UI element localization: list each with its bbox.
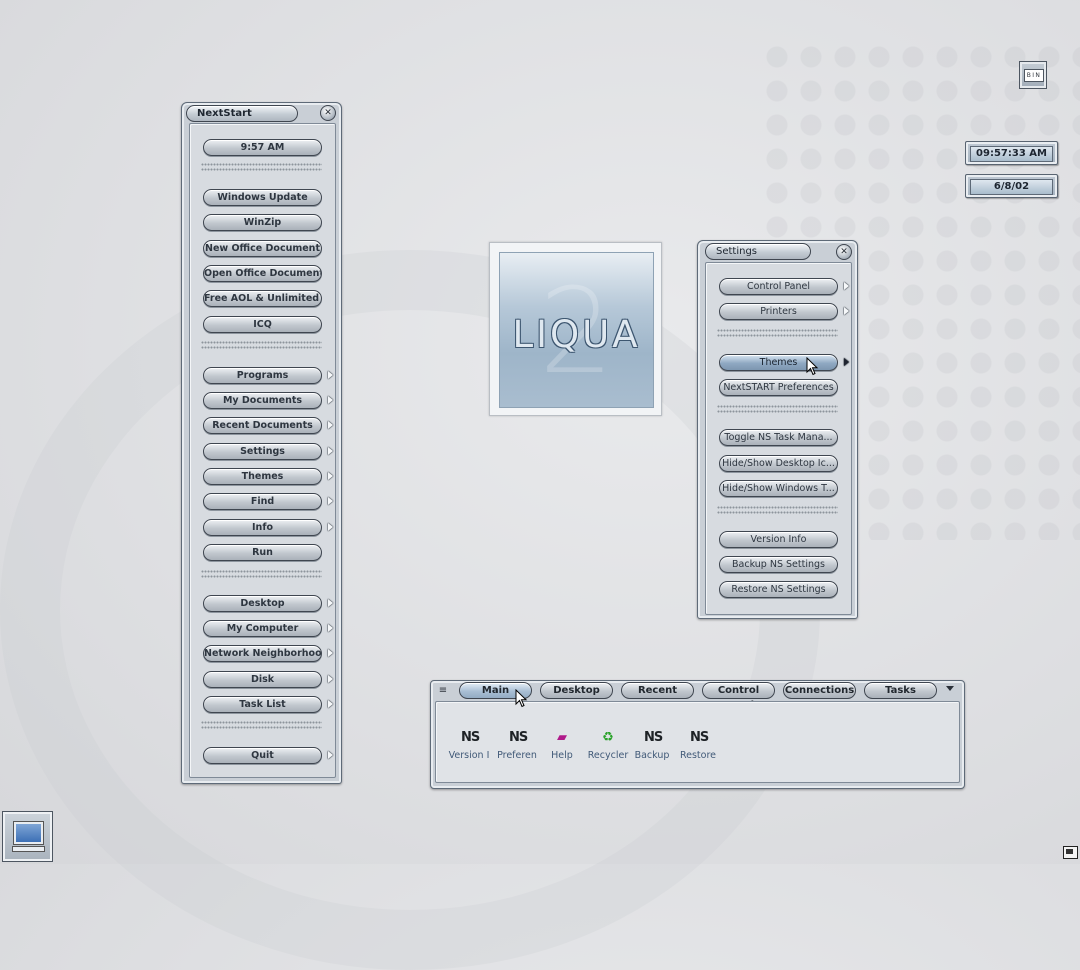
separator xyxy=(201,569,322,579)
start-button[interactable] xyxy=(2,811,53,862)
settings-menu-title[interactable]: Settings xyxy=(705,243,811,260)
separator xyxy=(201,720,322,730)
tab-control-panel[interactable]: Control Panel xyxy=(702,682,775,711)
menu-item-my-computer[interactable]: My Computer xyxy=(203,620,322,637)
menu-item-nextstart-preferences[interactable]: NextSTART Preferences xyxy=(719,379,838,396)
nextstart-title[interactable]: NextStart xyxy=(186,105,298,122)
menu-item-run[interactable]: Run xyxy=(203,544,322,561)
ns-icon: NS xyxy=(644,730,663,745)
quick-item-restore[interactable]: NS Restore xyxy=(672,730,724,761)
menu-item-winzip[interactable]: WinZip xyxy=(203,214,322,231)
tab-recent[interactable]: Recent xyxy=(621,682,694,699)
menu-item-hide-show-desktop-icons[interactable]: Hide/Show Desktop Ic... xyxy=(719,455,838,472)
submenu-arrow-icon xyxy=(328,649,333,657)
menu-item-quit[interactable]: Quit xyxy=(203,747,322,764)
quick-item-version-info[interactable]: NS Version I xyxy=(443,730,495,761)
quick-item-label: Backup xyxy=(634,750,670,761)
menu-item-recent-documents[interactable]: Recent Documents xyxy=(203,417,322,434)
menu-item-open-office-document[interactable]: Open Office Document xyxy=(203,265,322,282)
menu-item-free-aol[interactable]: Free AOL & Unlimited ... xyxy=(203,290,322,307)
clock-date: 6/8/02 xyxy=(970,179,1053,195)
menu-item-toggle-ns-task-manager[interactable]: Toggle NS Task Mana... xyxy=(719,429,838,446)
recycle-icon: ♻ xyxy=(602,730,614,745)
quick-item-backup[interactable]: NS Backup xyxy=(626,730,678,761)
menu-item-task-list[interactable]: Task List xyxy=(203,696,322,713)
ns-icon: NS xyxy=(690,730,709,745)
menu-item-themes[interactable]: Themes xyxy=(203,468,322,485)
quick-item-label: Version I xyxy=(448,750,490,761)
mouse-cursor-icon xyxy=(806,357,819,376)
computer-base xyxy=(12,846,45,852)
menu-item-control-panel[interactable]: Control Panel xyxy=(719,278,838,295)
menu-item-info[interactable]: Info xyxy=(203,519,322,536)
submenu-arrow-icon xyxy=(328,675,333,683)
separator xyxy=(717,505,838,515)
submenu-arrow-icon xyxy=(328,700,333,708)
nextstart-panel: NextStart ✕ 9:57 AM Windows Update WinZi… xyxy=(181,102,342,784)
menu-item-windows-update[interactable]: Windows Update xyxy=(203,189,322,206)
nextstart-close-button[interactable]: ✕ xyxy=(320,105,336,121)
submenu-arrow-icon xyxy=(328,472,333,480)
submenu-arrow-icon xyxy=(328,371,333,379)
menu-item-backup-ns-settings[interactable]: Backup NS Settings xyxy=(719,556,838,573)
tab-desktop[interactable]: Desktop xyxy=(540,682,613,699)
submenu-arrow-icon xyxy=(844,282,849,290)
tab-connections[interactable]: Connections xyxy=(783,682,856,699)
menu-item-settings[interactable]: Settings xyxy=(203,443,322,460)
quick-item-label: Help xyxy=(551,750,573,761)
separator xyxy=(201,340,322,350)
clock-widget[interactable]: 09:57:33 AM xyxy=(965,141,1058,165)
taskbar-dropdown-chevron-icon[interactable] xyxy=(946,686,954,691)
menu-item-new-office-document[interactable]: New Office Document xyxy=(203,240,322,257)
close-icon: ✕ xyxy=(840,247,848,257)
settings-close-button[interactable]: ✕ xyxy=(836,244,852,260)
menu-item-my-documents[interactable]: My Documents xyxy=(203,392,322,409)
liqua-theme-logo: 2 LIQUA xyxy=(489,242,662,416)
ns-icon: NS xyxy=(461,730,480,745)
menu-item-find[interactable]: Find xyxy=(203,493,322,510)
quick-item-help[interactable]: ▰ Help xyxy=(536,730,588,761)
tray-monitor-icon[interactable] xyxy=(1063,846,1078,859)
quick-item-label: Restore xyxy=(679,750,717,761)
clock-time: 09:57:33 AM xyxy=(970,146,1053,162)
menu-item-network-neighborhood[interactable]: Network Neighborhood xyxy=(203,645,322,662)
separator xyxy=(717,404,838,414)
menu-item-disk[interactable]: Disk xyxy=(203,671,322,688)
computer-icon xyxy=(13,821,44,845)
tab-tasks[interactable]: Tasks xyxy=(864,682,937,699)
submenu-arrow-icon xyxy=(328,421,333,429)
liqua-text: LIQUA xyxy=(512,313,641,356)
date-widget[interactable]: 6/8/02 xyxy=(965,174,1058,198)
recycle-bin-widget[interactable]: BIN xyxy=(1019,61,1047,89)
menu-item-desktop[interactable]: Desktop xyxy=(203,595,322,612)
submenu-arrow-icon xyxy=(328,396,333,404)
menu-item-hide-show-windows-taskbar[interactable]: Hide/Show Windows T... xyxy=(719,480,838,497)
menu-item-restore-ns-settings[interactable]: Restore NS Settings xyxy=(719,581,838,598)
settings-submenu-panel: Settings ✕ Control Panel Printers Themes… xyxy=(697,240,858,619)
submenu-arrow-icon xyxy=(844,358,849,366)
menu-item-programs[interactable]: Programs xyxy=(203,367,322,384)
ns-icon: NS xyxy=(509,730,528,745)
separator xyxy=(717,328,838,338)
menu-item-icq[interactable]: ICQ xyxy=(203,316,322,333)
submenu-arrow-icon xyxy=(328,624,333,632)
submenu-arrow-icon xyxy=(844,307,849,315)
taskbar-menu-button[interactable]: ≡ xyxy=(437,684,449,697)
close-icon: ✕ xyxy=(324,108,332,118)
submenu-arrow-icon xyxy=(328,599,333,607)
separator xyxy=(201,162,322,172)
submenu-arrow-icon xyxy=(328,497,333,505)
menu-item-version-info[interactable]: Version Info xyxy=(719,531,838,548)
menu-item-printers[interactable]: Printers xyxy=(719,303,838,320)
help-book-icon: ▰ xyxy=(557,730,567,745)
submenu-arrow-icon xyxy=(328,447,333,455)
mouse-cursor-icon xyxy=(515,689,528,708)
submenu-arrow-icon xyxy=(328,523,333,531)
bin-label: BIN xyxy=(1024,69,1044,82)
submenu-arrow-icon xyxy=(328,751,333,759)
nextstart-time-button[interactable]: 9:57 AM xyxy=(203,139,322,156)
menu-item-themes-highlighted[interactable]: Themes xyxy=(719,354,838,371)
